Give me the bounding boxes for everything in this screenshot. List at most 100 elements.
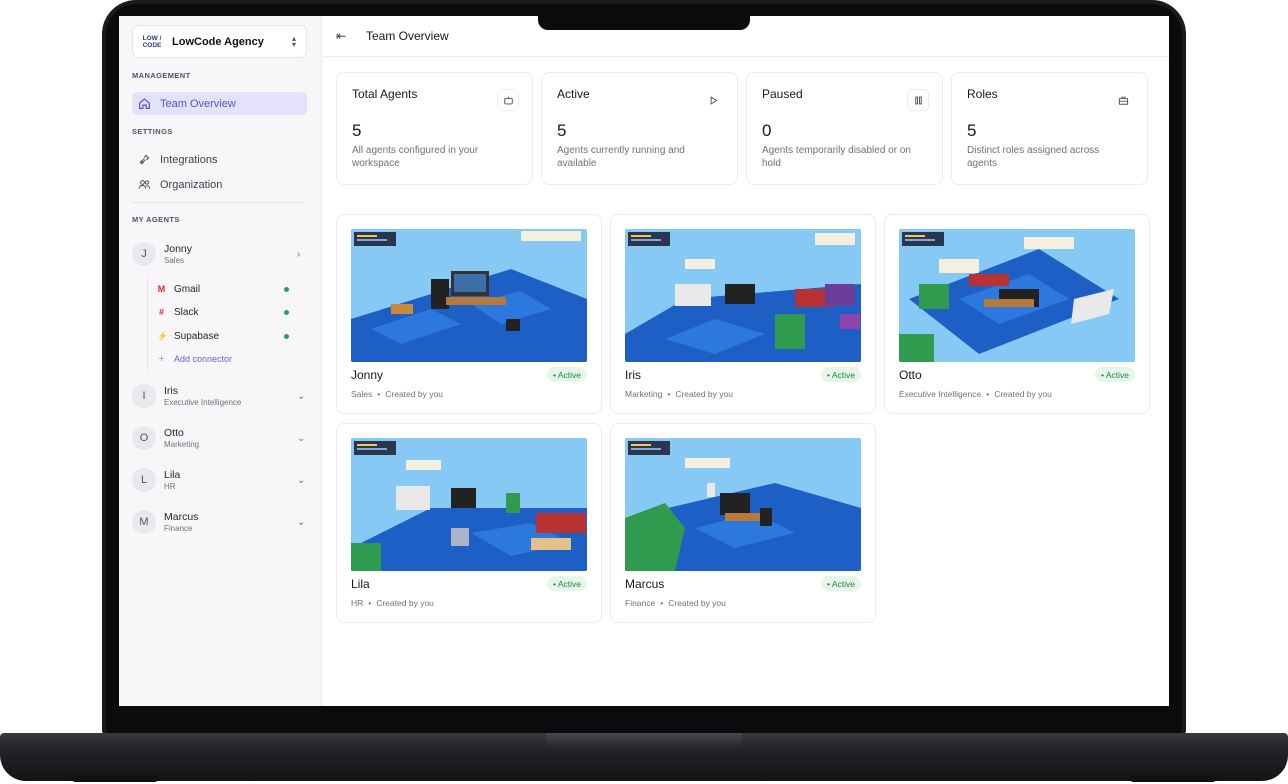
section-label-management: MANAGEMENT — [132, 71, 191, 80]
agent-scene-image — [625, 229, 861, 362]
chevron-right-icon: › — [297, 249, 301, 260]
status-badge: • Active — [820, 576, 861, 591]
robot-icon — [497, 89, 519, 111]
laptop-opening-notch — [546, 733, 742, 747]
add-connector-button[interactable]: + Add connector — [157, 351, 289, 367]
agent-scene-image — [351, 438, 587, 571]
agent-name: Lila — [164, 468, 181, 481]
agent-card-otto[interactable]: Otto • Active Executive Intelligence • Cre… — [884, 214, 1150, 414]
agent-scene-image — [625, 438, 861, 571]
agent-name: Otto — [164, 426, 184, 439]
agent-meta: Marketing • Created by you — [625, 389, 733, 399]
status-badge: • Active — [546, 367, 587, 382]
agent-meta: Finance • Created by you — [625, 598, 726, 608]
chevron-down-icon: ⌄ — [297, 475, 306, 486]
sidebar: LOW / CODE LowCode Agency ▴ ▾ MANAGEMENT T… — [119, 16, 322, 706]
plus-icon: + — [158, 352, 165, 365]
agent-card-iris[interactable]: Iris • Active Marketing • Created by you — [610, 214, 876, 414]
stat-value: 5 — [967, 121, 977, 140]
stat-desc: All agents configured in your workspace — [352, 145, 479, 169]
sidebar-agent-lila[interactable]: L Lila HR ⌄ — [132, 463, 307, 497]
agent-name: Marcus — [625, 577, 665, 591]
agent-role: Finance — [164, 523, 193, 533]
chevron-down-icon: ⌄ — [297, 517, 306, 528]
agent-card-lila[interactable]: Lila • Active HR • Created by you — [336, 423, 602, 623]
agent-card-jonny[interactable]: Jonny • Active Sales • Created by you — [336, 214, 602, 414]
slack-icon: # — [158, 306, 164, 317]
status-badge: • Active — [1094, 367, 1135, 382]
agent-meta: Executive Intelligence • Created by you — [899, 389, 1052, 399]
chevron-down-icon: ⌄ — [297, 433, 306, 444]
agent-name: Iris — [625, 368, 641, 382]
agent-name: Otto — [899, 368, 922, 382]
stat-title: Total Agents — [352, 87, 418, 101]
laptop-foot-right — [1128, 776, 1218, 782]
agent-scene-image — [351, 229, 587, 362]
nav-organization[interactable]: Organization — [132, 173, 307, 196]
chevron-up-down-icon: ▴ ▾ — [291, 33, 296, 49]
agent-role: Sales — [164, 255, 185, 265]
section-label-settings: SETTINGS — [132, 127, 173, 136]
users-icon — [138, 180, 151, 189]
camera-notch — [538, 16, 750, 30]
agent-name: Lila — [351, 577, 370, 591]
sidebar-agent-marcus[interactable]: M Marcus Finance ⌄ — [132, 505, 307, 539]
avatar: I — [132, 384, 156, 408]
status-dot — [284, 333, 289, 339]
briefcase-icon — [1112, 89, 1134, 111]
avatar: M — [132, 510, 156, 534]
agent-name: Jonny — [351, 368, 384, 382]
avatar: J — [132, 242, 156, 266]
org-name: LowCode Agency — [172, 35, 264, 48]
section-label-my-agents: MY AGENTS — [132, 215, 180, 224]
plug-icon — [139, 154, 150, 165]
stat-title: Paused — [762, 87, 803, 101]
stat-value: 0 — [762, 121, 772, 140]
play-icon — [702, 89, 724, 111]
agent-role: Executive Intelligence — [164, 397, 242, 407]
agent-meta: Sales • Created by you — [351, 389, 443, 399]
agent-name: Jonny — [164, 242, 193, 255]
app-screen: LOW / CODE LowCode Agency ▴ ▾ MANAGEMENT T… — [119, 16, 1169, 706]
gmail-icon: M — [157, 283, 166, 294]
sidebar-agent-otto[interactable]: O Otto Marketing ⌄ — [132, 421, 307, 455]
status-dot — [284, 286, 289, 292]
connector-slack[interactable]: # Slack — [157, 304, 289, 320]
nav-integrations[interactable]: Integrations — [132, 148, 307, 171]
stat-value: 5 — [352, 121, 362, 140]
sidebar-agent-iris[interactable]: I Iris Executive Intelligence ⌄ — [132, 379, 307, 413]
stat-desc: Agents currently running and available — [557, 145, 685, 169]
page-title: Team Overview — [366, 29, 449, 43]
nav-team-overview[interactable]: Team Overview — [132, 92, 307, 115]
connector-supabase[interactable]: ⚡ Supabase — [157, 328, 289, 344]
stat-card-roles: Roles 5 Distinct roles assigned across a… — [951, 72, 1148, 185]
agent-meta: HR • Created by you — [351, 598, 434, 608]
sidebar-agent-jonny[interactable]: J Jonny Sales › — [132, 237, 307, 271]
tree-line — [147, 278, 148, 370]
laptop-foot-left — [70, 776, 160, 782]
agent-role: HR — [164, 481, 176, 491]
connector-gmail[interactable]: M Gmail — [157, 281, 289, 297]
stat-card-active: Active 5 Agents currently running and av… — [541, 72, 738, 185]
agent-name: Marcus — [164, 510, 199, 523]
agent-card-marcus[interactable]: Marcus • Active Finance • Created by you — [610, 423, 876, 623]
stat-value: 5 — [557, 121, 567, 140]
stat-card-total-agents: Total Agents 5 All agents configured in … — [336, 72, 533, 185]
stat-title: Active — [557, 87, 590, 101]
home-icon — [139, 98, 150, 109]
avatar: O — [132, 426, 156, 450]
stat-desc: Agents temporarily disabled or on hold — [762, 145, 911, 169]
status-dot — [284, 309, 289, 315]
status-badge: • Active — [546, 576, 587, 591]
org-logo: LOW / CODE — [142, 34, 162, 49]
collapse-sidebar-icon[interactable]: ⇤ — [336, 29, 350, 43]
stat-title: Roles — [967, 87, 998, 101]
org-switcher[interactable]: LOW / CODE LowCode Agency ▴ ▾ — [132, 25, 307, 58]
divider — [132, 202, 304, 203]
agent-scene-image — [899, 229, 1135, 362]
stat-desc: Distinct roles assigned across agents — [967, 145, 1100, 169]
chevron-down-icon: ⌄ — [297, 391, 306, 402]
status-badge: • Active — [820, 367, 861, 382]
agent-name: Iris — [164, 384, 178, 397]
pause-icon — [907, 89, 929, 111]
